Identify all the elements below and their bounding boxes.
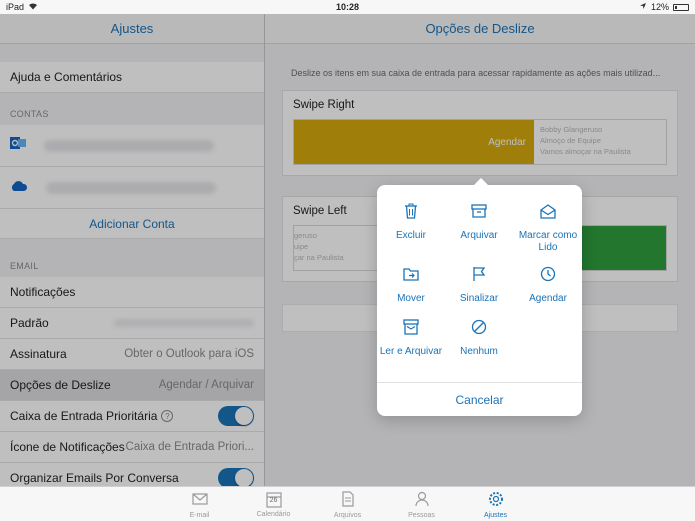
tab-label: Pessoas — [408, 511, 435, 519]
action-mark-read[interactable]: Marcar como Lido — [514, 202, 582, 254]
tab-people[interactable]: Pessoas — [385, 487, 459, 521]
calendar-day: 26 — [269, 496, 278, 504]
battery-percent: 12% — [650, 2, 669, 12]
tab-calendar[interactable]: 26 Calendário — [237, 487, 311, 521]
flag-icon — [470, 265, 488, 293]
action-flag[interactable]: Sinalizar — [445, 265, 513, 305]
status-bar: iPad 10:28 12% — [0, 0, 695, 14]
tab-label: Ajustes — [484, 511, 507, 519]
action-delete[interactable]: Excluir — [377, 202, 445, 242]
action-archive[interactable]: Arquivar — [445, 202, 513, 242]
action-label: Arquivar — [460, 230, 498, 241]
tab-bar: E-mail 26 Calendário Arquivos Pessoas Aj… — [0, 486, 695, 521]
tab-label: Calendário — [256, 510, 291, 518]
clock-icon — [539, 265, 557, 293]
calendar-icon: 26 — [265, 491, 283, 509]
archive-icon — [470, 202, 488, 230]
action-label: Sinalizar — [459, 293, 499, 304]
wifi-icon — [28, 2, 38, 12]
files-icon — [339, 490, 357, 512]
action-none[interactable]: Nenhum — [445, 318, 513, 358]
action-label: Excluir — [395, 230, 426, 241]
gear-icon — [487, 490, 505, 512]
trash-icon — [402, 202, 420, 230]
tab-label: Arquivos — [333, 511, 362, 519]
device-label: iPad — [6, 2, 25, 12]
action-read-and-archive[interactable]: Ler e Arquivar — [377, 318, 445, 358]
envelope-open-icon — [539, 202, 557, 230]
action-label: Mover — [397, 293, 425, 304]
action-move[interactable]: Mover — [377, 265, 445, 305]
action-label: Nenhum — [460, 346, 498, 357]
tab-label: E-mail — [189, 511, 210, 519]
mail-icon — [191, 490, 209, 512]
action-label: Ler e Arquivar — [379, 346, 443, 357]
people-icon — [413, 490, 431, 512]
action-schedule[interactable]: Agendar — [514, 265, 582, 305]
battery-icon — [673, 3, 689, 11]
folder-icon — [402, 265, 420, 293]
tab-settings[interactable]: Ajustes — [459, 487, 533, 521]
none-icon — [470, 318, 488, 346]
action-label: Marcar como Lido — [518, 230, 578, 253]
action-label: Agendar — [529, 293, 567, 304]
clock: 10:28 — [335, 2, 360, 12]
modal-dim-overlay[interactable] — [0, 14, 695, 486]
read-archive-icon — [402, 318, 420, 346]
cancel-button[interactable]: Cancelar — [377, 383, 582, 416]
tab-files[interactable]: Arquivos — [311, 487, 385, 521]
location-icon — [639, 2, 647, 12]
tab-email[interactable]: E-mail — [163, 487, 237, 521]
swipe-action-popover: Excluir Arquivar Marcar como Lido Mover … — [377, 178, 582, 416]
